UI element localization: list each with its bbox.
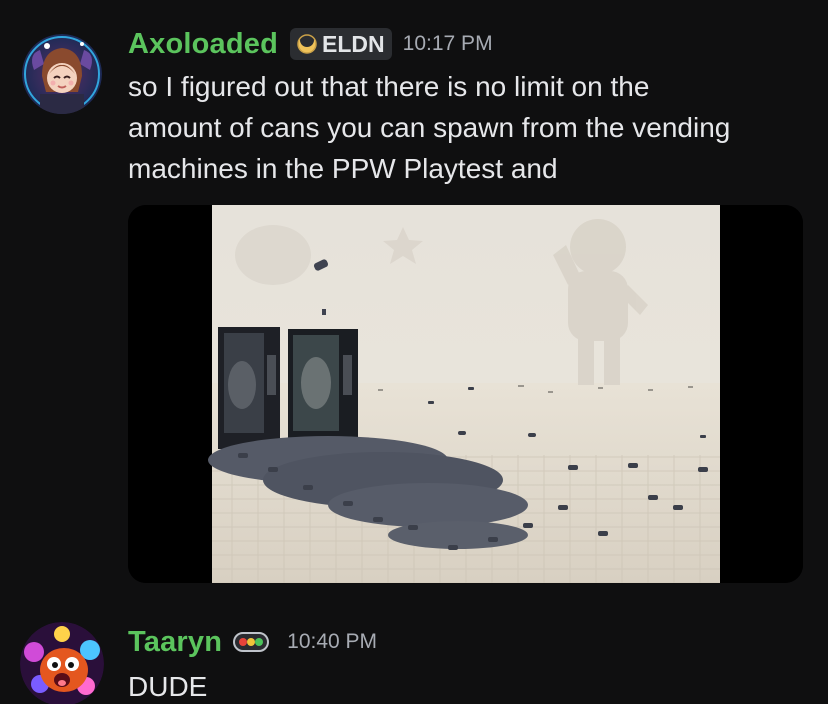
cartoon-creature-avatar-icon [20,622,104,704]
anime-avatar-icon [22,34,102,114]
user-avatar[interactable] [20,622,104,704]
traffic-light-badge-icon [233,632,270,652]
message-content: so I figured out that there is no limit … [128,71,731,184]
guild-tag-badge[interactable]: ELDN [290,28,392,60]
timestamp[interactable]: 10:40 PM [287,630,377,654]
chat-log: Axoloaded ELDN 10:17 PM so I figured out… [0,0,828,704]
user-avatar[interactable] [22,34,102,114]
message-header: Axoloaded ELDN 10:17 PM [128,24,493,64]
message-item: Axoloaded ELDN 10:17 PM so I figured out… [0,0,828,600]
image-attachment[interactable] [128,205,803,583]
message-item: Taaryn 10:40 PM DUDE [0,600,828,704]
message-header: Taaryn 10:40 PM [128,622,377,662]
timestamp[interactable]: 10:17 PM [403,32,493,56]
guild-tag-label: ELDN [322,30,385,57]
game-screenshot-image [128,205,803,583]
message-content: DUDE [128,671,208,702]
crescent-moon-icon [296,33,318,55]
username[interactable]: Axoloaded [128,28,278,61]
username[interactable]: Taaryn [128,626,222,659]
